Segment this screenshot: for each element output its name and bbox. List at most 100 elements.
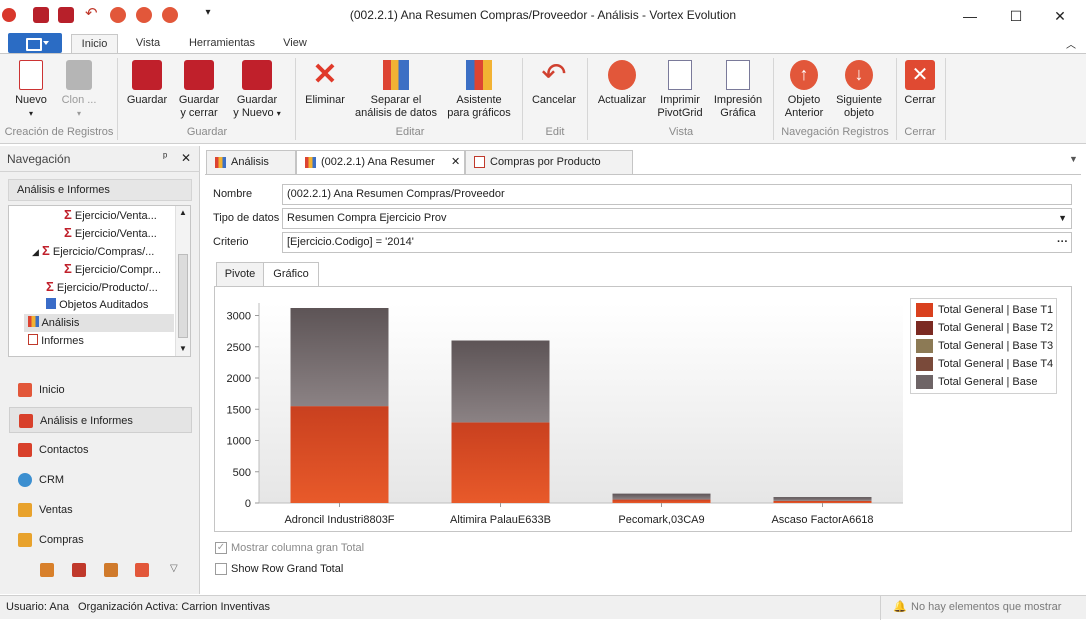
criterio-ellipsis-button[interactable]: ··· <box>1057 233 1068 252</box>
tipo-datos-label: Tipo de datos <box>213 212 280 224</box>
ribbon-collapse-icon[interactable]: ︿ <box>1066 36 1076 51</box>
tab-view[interactable]: View <box>278 34 312 54</box>
bar-segment <box>773 500 872 503</box>
scroll-thumb[interactable] <box>178 254 188 338</box>
minimize-button[interactable]: — <box>955 6 985 26</box>
status-organizacion: Organización Activa: Carrion Inventivas <box>78 601 270 613</box>
maximize-button[interactable]: ☐ <box>1001 6 1031 26</box>
tab-compras-producto[interactable]: Compras por Producto <box>465 150 633 174</box>
bar-segment <box>612 493 711 500</box>
ribbon-separator <box>295 58 296 140</box>
tab-list-dropdown-icon[interactable]: ▼ <box>1069 154 1078 164</box>
nav-button-ventas[interactable]: Ventas <box>9 497 192 523</box>
nav-button-crm[interactable]: CRM <box>9 467 192 493</box>
tree-item[interactable]: Objetos Auditados <box>46 296 148 314</box>
cerrar-button[interactable]: ✕ Cerrar <box>898 60 942 107</box>
tab-analisis[interactable]: Análisis <box>206 150 296 174</box>
tree-item[interactable]: Σ Ejercicio/Venta... <box>64 224 157 242</box>
group-edit-label: Edit <box>545 126 565 138</box>
y-tick-label: 1000 <box>227 436 251 448</box>
tree-item[interactable]: Σ Ejercicio/Compr... <box>64 260 161 278</box>
nav-more-icon[interactable]: ▽ <box>170 563 178 574</box>
delete-x-icon: ✕ <box>312 58 338 91</box>
bar-segment <box>451 340 550 423</box>
nav-button-analisis[interactable]: Análisis e Informes <box>9 407 192 433</box>
criterio-field[interactable]: [Ejercicio.Codigo] = '2014' ··· <box>282 232 1072 253</box>
tree-item-selected[interactable]: Análisis <box>24 314 174 332</box>
tab-grafico[interactable]: Gráfico <box>263 262 319 287</box>
tree-scrollbar[interactable]: ▲ ▼ <box>175 206 190 356</box>
tree-item[interactable]: Informes <box>28 332 84 350</box>
actualizar-button[interactable]: Actualizar <box>594 60 650 107</box>
save-icon <box>132 60 162 90</box>
y-tick-label: 1500 <box>227 404 251 416</box>
mostrar-total-checkbox[interactable]: ✓ <box>215 542 227 554</box>
siguiente-objeto-button[interactable]: ↓ Siguiente objeto <box>832 60 886 120</box>
close-tab-icon[interactable]: ✕ <box>451 151 460 173</box>
nav-mini-icon[interactable] <box>104 563 118 577</box>
tipo-datos-select[interactable]: Resumen Compra Ejercicio Prov ▼ <box>282 208 1072 229</box>
report-icon <box>28 334 38 345</box>
bar-segment <box>290 406 389 503</box>
tab-inicio[interactable]: Inicio <box>71 34 118 54</box>
crm-icon <box>18 473 32 487</box>
separar-analisis-button[interactable]: Separar el análisis de datos <box>352 60 440 120</box>
y-tick-label: 500 <box>233 467 251 479</box>
guardar-button[interactable]: Guardar <box>123 60 171 107</box>
x-tick-label: Pecomark,03CA9 <box>618 514 704 526</box>
tab-vista[interactable]: Vista <box>128 34 168 54</box>
tab-herramientas[interactable]: Herramientas <box>180 34 264 54</box>
tree-item[interactable]: Σ Ejercicio/Venta... <box>64 206 157 224</box>
nav-header: Navegación ᵖ ✕ <box>0 146 200 172</box>
clon-button[interactable]: Clon ... ▾ <box>56 60 102 120</box>
close-nav-icon[interactable]: ✕ <box>181 151 191 165</box>
imprimir-pivotgrid-button[interactable]: Imprimir PivotGrid <box>654 60 706 120</box>
guardar-nuevo-button[interactable]: Guardar y Nuevo ▾ <box>228 60 286 120</box>
nav-button-inicio[interactable]: Inicio <box>9 377 192 403</box>
print-chart-icon <box>726 60 750 90</box>
status-usuario: Usuario: Ana <box>6 601 69 613</box>
chart-icon <box>215 157 226 168</box>
legend-swatch <box>916 339 933 353</box>
show-row-total-checkbox[interactable] <box>215 563 227 575</box>
bar-segment <box>773 497 872 501</box>
ribbon-separator <box>522 58 523 140</box>
nav-mini-icon[interactable] <box>72 563 86 577</box>
status-notifications: No hay elementos que mostrar <box>911 601 1062 613</box>
tree-item[interactable]: ◢ Σ Ejercicio/Compras/... <box>32 242 154 260</box>
expand-arrow-icon[interactable]: ◢ <box>32 247 39 257</box>
nav-mini-icon[interactable] <box>135 563 149 577</box>
sales-icon <box>18 503 32 517</box>
scroll-down-icon[interactable]: ▼ <box>179 344 187 353</box>
nombre-field[interactable]: (002.2.1) Ana Resumen Compras/Proveedor <box>282 184 1072 205</box>
legend-item: Total General | Base T3 <box>912 337 1056 355</box>
file-menu-button[interactable] <box>8 33 62 53</box>
chart-icon <box>28 316 39 327</box>
objeto-anterior-button[interactable]: ↑ Objeto Anterior <box>780 60 828 120</box>
nav-button-compras[interactable]: Compras <box>9 527 192 553</box>
nav-mini-icon[interactable] <box>40 563 54 577</box>
chevron-down-icon[interactable]: ▼ <box>1058 209 1067 228</box>
close-window-button[interactable]: ✕ <box>1045 6 1075 26</box>
guardar-cerrar-button[interactable]: Guardar y cerrar <box>174 60 224 120</box>
title-bar: ↶ ▾ (002.2.1) Ana Resumen Compras/Provee… <box>0 0 1086 31</box>
nav-button-contactos[interactable]: Contactos <box>9 437 192 463</box>
eliminar-button[interactable]: ✕ Eliminar <box>302 60 348 107</box>
tab-pivote[interactable]: Pivote <box>216 262 264 287</box>
impresion-grafica-button[interactable]: Impresión Gráfica <box>710 60 766 120</box>
nuevo-button[interactable]: Nuevo ▾ <box>8 60 54 120</box>
asistente-graficos-button[interactable]: Asistente para gráficos <box>444 60 514 120</box>
tab-ana-resumen[interactable]: (002.2.1) Ana Resumer ✕ <box>296 150 465 175</box>
cancelar-button[interactable]: ↶ Cancelar <box>529 60 579 107</box>
tree-item[interactable]: Σ Ejercicio/Producto/... <box>46 278 158 296</box>
undo-icon: ↶ <box>541 58 567 91</box>
navigation-panel: Navegación ᵖ ✕ Análisis e Informes Σ Eje… <box>0 146 200 594</box>
group-navegacion-label: Navegación Registros <box>781 126 889 138</box>
ribbon-separator <box>945 58 946 140</box>
pin-icon[interactable]: ᵖ <box>163 151 167 163</box>
legend-item: Total General | Base T4 <box>912 355 1056 373</box>
sigma-icon: Σ <box>64 261 72 276</box>
scroll-up-icon[interactable]: ▲ <box>179 208 187 217</box>
arrow-down-icon: ↓ <box>845 60 873 90</box>
nav-section-title: Análisis e Informes <box>17 184 110 196</box>
